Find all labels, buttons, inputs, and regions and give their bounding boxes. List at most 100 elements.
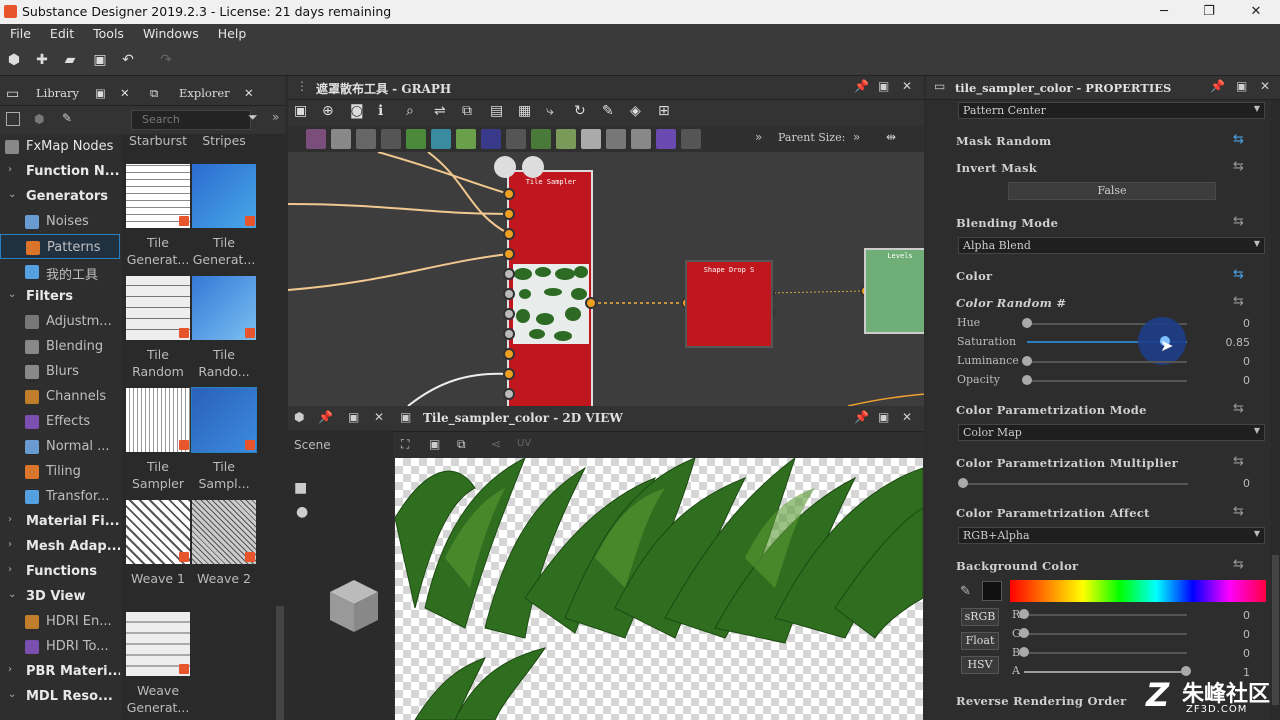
function-link-icon[interactable]: ⇆ — [1233, 454, 1244, 469]
tree-item[interactable]: Channels — [0, 384, 120, 409]
atomic-node-icon[interactable] — [481, 129, 501, 149]
input-port[interactable] — [503, 288, 515, 300]
connect-icon[interactable]: ⤷ — [546, 103, 554, 119]
pin-icon[interactable]: 📌 — [1210, 79, 1225, 93]
tree-item[interactable]: › Functions — [0, 559, 120, 584]
atomic-node-icon[interactable] — [581, 129, 601, 149]
save-image-icon[interactable]: ▣ — [429, 437, 440, 451]
fit-icon[interactable]: ⛶ — [401, 437, 409, 452]
pattern-thumbnail[interactable] — [126, 276, 190, 340]
function-link-icon[interactable]: ⇆ — [1233, 267, 1244, 282]
float-icon[interactable]: ▣ — [1236, 79, 1247, 93]
chevron-down-icon[interactable]: ⌄ — [8, 189, 16, 200]
b-slider[interactable] — [1024, 652, 1187, 654]
atomic-node-icon[interactable] — [331, 129, 351, 149]
tree-item[interactable]: › Function N... — [0, 159, 120, 184]
hue-spectrum[interactable] — [1010, 580, 1266, 602]
cp-affect-combo[interactable]: RGB+Alpha ▼ — [958, 527, 1265, 544]
package-icon[interactable]: ⬢ — [34, 112, 48, 126]
graph-canvas[interactable]: Tile Sampler Shape Drop S Levels — [288, 152, 924, 406]
new-item-icon[interactable] — [6, 112, 20, 126]
atomic-node-icon[interactable] — [531, 129, 551, 149]
pattern-thumbnail[interactable] — [192, 500, 256, 564]
atomic-node-icon[interactable] — [606, 129, 626, 149]
input-port[interactable] — [503, 268, 515, 280]
pattern-thumbnail[interactable] — [126, 164, 190, 228]
atomic-node-icon[interactable] — [381, 129, 401, 149]
tree-item[interactable]: › Material Fi... — [0, 509, 120, 534]
input-port[interactable] — [503, 308, 515, 320]
chevron-right-icon[interactable]: › — [8, 664, 12, 675]
levels-node[interactable]: Levels — [864, 248, 924, 334]
r-knob[interactable] — [1019, 609, 1029, 619]
pencil-icon[interactable]: ✎ — [62, 111, 72, 125]
refresh-icon[interactable]: ↻ — [574, 103, 586, 119]
float-icon[interactable]: ▣ — [348, 410, 359, 424]
function-link-icon[interactable]: ⇆ — [1233, 504, 1244, 519]
close-properties-icon[interactable]: ✕ — [1260, 79, 1270, 93]
list-icon[interactable]: ▤ — [490, 103, 503, 119]
port[interactable] — [585, 297, 597, 309]
pattern-thumbnail[interactable] — [192, 276, 256, 340]
atomic-node-icon[interactable] — [356, 129, 376, 149]
tree-item[interactable]: ⌄ Generators — [0, 184, 120, 209]
chevron-down-icon[interactable]: ⌄ — [8, 289, 16, 300]
chevron-right-icon[interactable]: › — [8, 514, 12, 525]
color-swatch[interactable] — [982, 581, 1002, 601]
search-input[interactable]: Search — [131, 110, 251, 130]
shape-drop-node[interactable]: Shape Drop S — [685, 260, 773, 348]
search-icon[interactable]: ⌕ — [406, 103, 414, 119]
tree-item[interactable]: ⌄ Filters — [0, 284, 120, 309]
tree-item[interactable]: Transfor... — [0, 484, 120, 509]
wrench-icon[interactable]: ✎ — [602, 103, 614, 119]
minimize-icon[interactable]: ─ — [1154, 2, 1174, 22]
input-port[interactable] — [503, 388, 515, 400]
hue-knob[interactable] — [1022, 318, 1032, 328]
chevron-down-icon[interactable]: ⌄ — [8, 589, 16, 600]
close-3d-icon[interactable]: ✕ — [374, 410, 384, 424]
camera-icon[interactable]: ◙ — [350, 103, 364, 119]
tree-item[interactable]: › PBR Materi... — [0, 659, 120, 684]
tile-sampler-node[interactable]: Tile Sampler — [507, 170, 593, 406]
atomic-node-icon[interactable] — [306, 129, 326, 149]
hsv-button[interactable]: HSV — [961, 656, 999, 674]
camera-icon[interactable]: ■ — [294, 480, 307, 496]
g-knob[interactable] — [1019, 628, 1029, 638]
tree-item[interactable]: Tiling — [0, 459, 120, 484]
pattern-thumbnail[interactable] — [191, 387, 257, 453]
srgb-button[interactable]: sRGB — [961, 608, 999, 626]
pin-icon[interactable]: 📌 — [318, 410, 333, 424]
tree-item[interactable]: FxMap Nodes — [0, 134, 120, 159]
pin-icon[interactable]: 📌 — [854, 410, 869, 424]
pattern-center-combo[interactable]: Pattern Center ▼ — [958, 102, 1265, 119]
menu-windows[interactable]: Windows — [133, 24, 208, 41]
atomic-node-icon[interactable] — [506, 129, 526, 149]
chevron-right-icon[interactable]: › — [8, 164, 12, 175]
light-icon[interactable]: ● — [296, 504, 308, 520]
3d-cube-icon[interactable]: ⬢ — [294, 410, 304, 424]
info-icon[interactable]: ℹ — [378, 103, 383, 119]
tree-item[interactable]: Noises — [0, 209, 120, 234]
frame-icon[interactable]: ▣ — [294, 103, 307, 119]
align-icon[interactable]: ⇌ — [434, 103, 446, 119]
center-icon[interactable]: ⊕ — [322, 103, 334, 119]
input-port[interactable] — [503, 328, 515, 340]
tab-library[interactable]: Library — [36, 78, 79, 106]
atomic-node-icon[interactable] — [456, 129, 476, 149]
close-explorer-icon[interactable]: ✕ — [244, 78, 254, 106]
float-button[interactable]: Float — [961, 632, 999, 650]
uv-toggle[interactable]: UV — [517, 438, 531, 449]
cp-multiplier-knob[interactable] — [958, 478, 968, 488]
tree-item[interactable]: ⌄ MDL Reso... — [0, 684, 120, 709]
menu-edit[interactable]: Edit — [40, 24, 83, 41]
tree-item[interactable]: ⌄ 3D View — [0, 584, 120, 609]
blending-mode-combo[interactable]: Alpha Blend ▼ — [958, 237, 1265, 254]
luminance-knob[interactable] — [1022, 356, 1032, 366]
close-library-icon[interactable]: ✕ — [120, 78, 130, 106]
function-link-icon[interactable]: ⇆ — [1233, 159, 1244, 174]
close-graph-icon[interactable]: ✕ — [902, 79, 912, 93]
opacity-slider[interactable] — [1027, 380, 1187, 382]
node-preview-icon[interactable] — [522, 156, 544, 178]
new-graph-icon[interactable]: ✚ — [34, 52, 50, 68]
tree-item[interactable]: 我的工具 — [0, 259, 120, 284]
